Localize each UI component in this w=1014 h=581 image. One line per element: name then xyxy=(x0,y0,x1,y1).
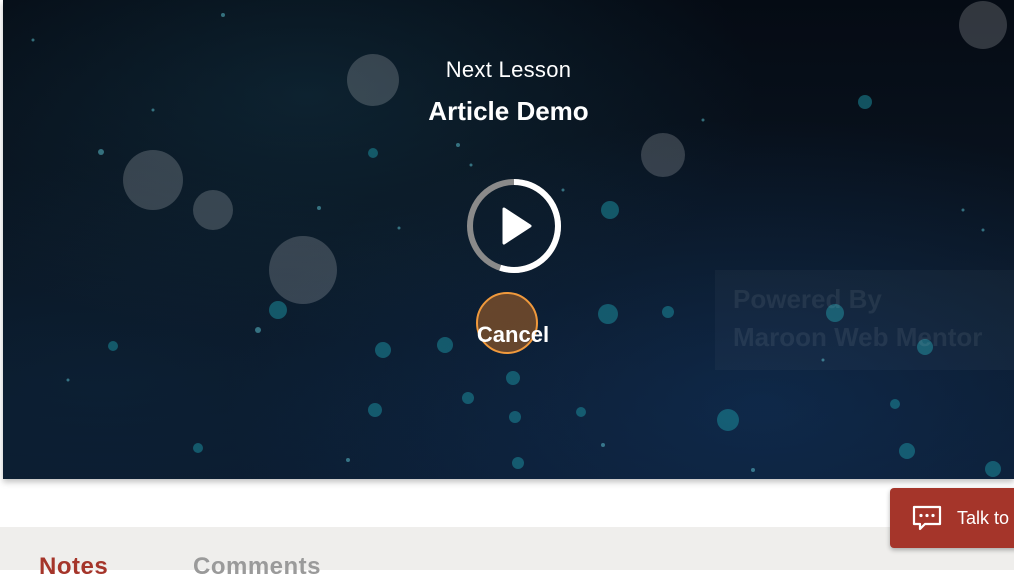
watermark-line-1: Powered By xyxy=(733,284,882,314)
next-lesson-title: Article Demo xyxy=(428,96,589,126)
tabs-bar: Notes Comments xyxy=(0,527,1014,580)
next-lesson-label: Next Lesson xyxy=(445,57,572,82)
chat-bubble-icon xyxy=(912,505,942,531)
play-icon xyxy=(502,207,532,245)
watermark-line-2: Maroon Web Mentor xyxy=(733,322,983,352)
watermark: Powered By Maroon Web Mentor xyxy=(715,270,1014,370)
talk-to-button[interactable]: Talk to xyxy=(890,488,1014,548)
tab-comments[interactable]: Comments xyxy=(193,553,321,581)
talk-to-label: Talk to xyxy=(957,508,1010,528)
play-next-button[interactable] xyxy=(464,176,564,276)
tab-notes[interactable]: Notes xyxy=(39,553,108,581)
cancel-button[interactable]: Cancel xyxy=(473,292,553,360)
cancel-label: Cancel xyxy=(476,322,550,347)
video-player[interactable]: Next Lesson Article Demo Cancel Powered … xyxy=(3,0,1014,479)
